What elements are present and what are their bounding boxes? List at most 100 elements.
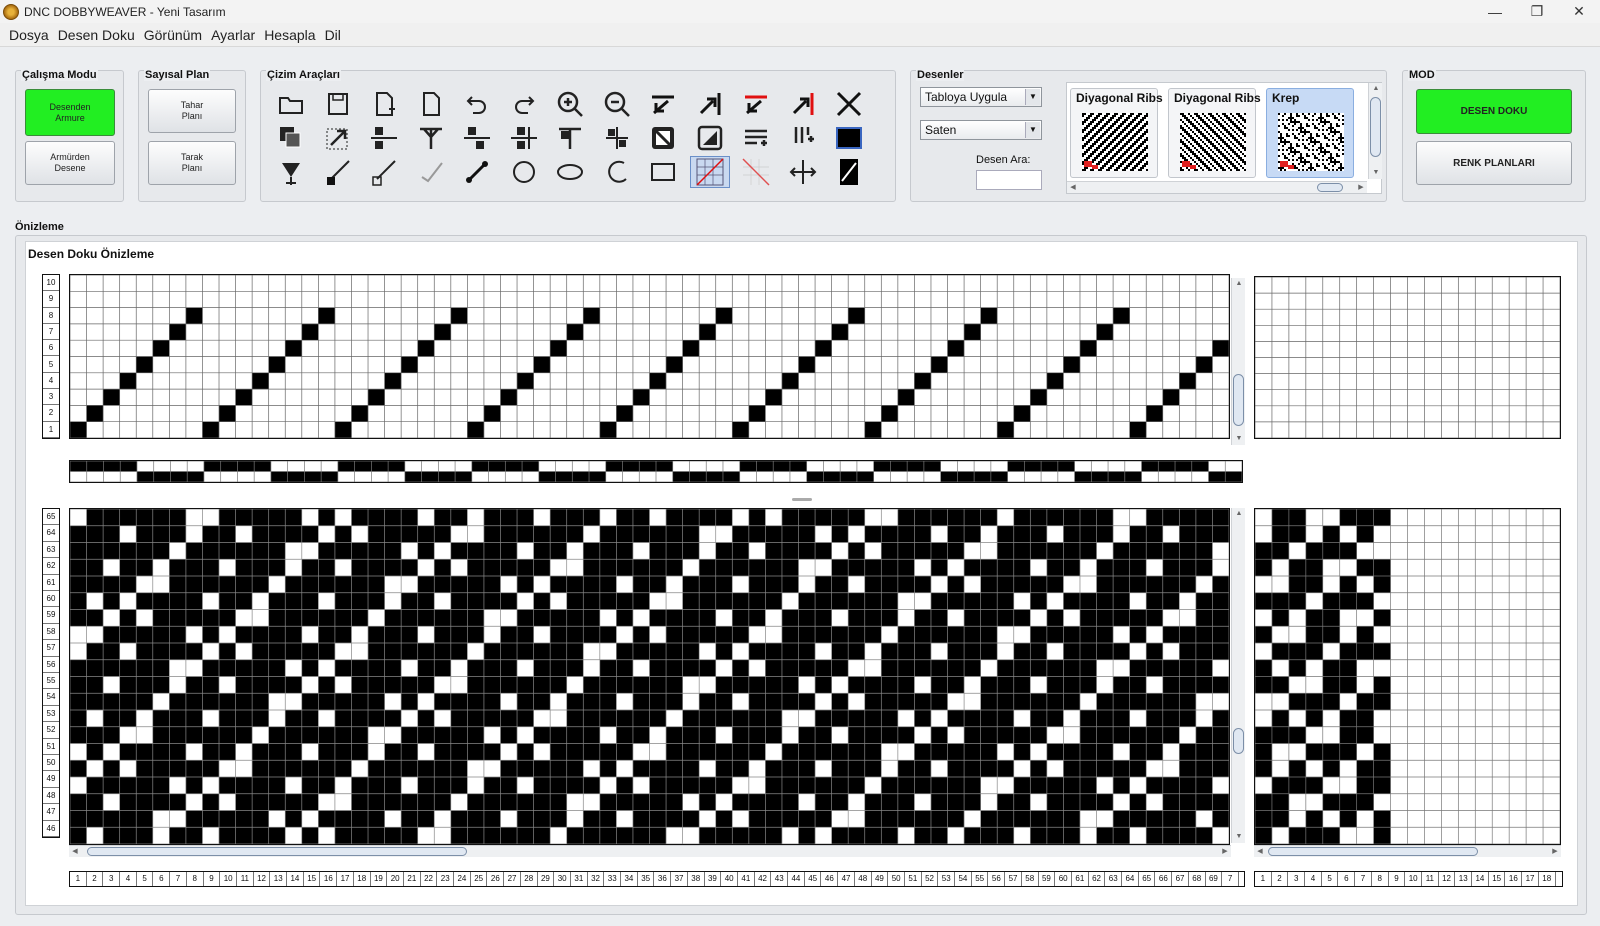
row-number: 49 bbox=[43, 771, 59, 788]
column-number: 18 bbox=[1539, 872, 1556, 886]
armure-vscroll[interactable]: ▲ ▼ bbox=[1231, 278, 1245, 445]
flip-top-tool[interactable] bbox=[550, 122, 590, 154]
desen-ara-label: Desen Ara: bbox=[976, 154, 1031, 166]
draw-arc-tool[interactable] bbox=[597, 156, 637, 188]
zoom-out-tool[interactable] bbox=[597, 88, 637, 120]
title-bar: DNC DOBBYWEAVER - Yeni Tasarım — ❐ ✕ bbox=[0, 0, 1600, 23]
scroll-up-icon[interactable]: ▲ bbox=[1369, 83, 1383, 95]
flip-down-tool[interactable] bbox=[411, 122, 451, 154]
zoom-in-tool[interactable] bbox=[550, 88, 590, 120]
scroll-thumb[interactable] bbox=[1370, 97, 1381, 157]
save-tool[interactable] bbox=[318, 88, 358, 120]
scroll-up-icon[interactable]: ▲ bbox=[1232, 508, 1246, 520]
column-number: 15 bbox=[304, 872, 321, 886]
splitter-handle[interactable] bbox=[792, 498, 812, 501]
apply-mode-select[interactable]: Tabloya Uygula ▼ bbox=[920, 87, 1042, 107]
tahar-strip-grid[interactable] bbox=[69, 460, 1243, 483]
pattern-thumb-krep[interactable]: Krep bbox=[1266, 88, 1354, 178]
tahar-plani-button[interactable]: Tahar Planı bbox=[148, 89, 236, 133]
scroll-left-icon[interactable]: ◀ bbox=[1254, 846, 1266, 857]
scroll-thumb[interactable] bbox=[1233, 374, 1244, 426]
draw-line-filled-tool[interactable] bbox=[318, 156, 358, 188]
menu-ayarlar[interactable]: Ayarlar bbox=[211, 27, 255, 43]
armurden-desene-button[interactable]: Armürden Desene bbox=[25, 141, 115, 185]
flip-right-tool[interactable] bbox=[457, 122, 497, 154]
column-number: 32 bbox=[588, 872, 605, 886]
menu-dil[interactable]: Dil bbox=[325, 27, 341, 43]
pattern-list-vscroll[interactable]: ▲ ▼ bbox=[1368, 83, 1382, 179]
flip-mid-tool[interactable] bbox=[504, 122, 544, 154]
menu-dosya[interactable]: Dosya bbox=[9, 27, 49, 43]
flip-center-tool[interactable] bbox=[597, 122, 637, 154]
draw-rect-icon bbox=[651, 163, 675, 181]
desenden-armure-button[interactable]: Desenden Armure bbox=[25, 89, 115, 136]
fill-bucket-tool[interactable] bbox=[271, 156, 311, 188]
folder-open-icon bbox=[279, 97, 303, 114]
minimize-button[interactable]: — bbox=[1474, 0, 1516, 23]
grid-erase-tool[interactable] bbox=[736, 156, 776, 188]
scroll-up-icon[interactable]: ▲ bbox=[1232, 278, 1246, 290]
select-move-tool[interactable] bbox=[318, 122, 358, 154]
scroll-left-icon[interactable]: ◀ bbox=[1067, 182, 1079, 193]
draw-line-empty-tool[interactable] bbox=[364, 156, 404, 188]
maximize-button[interactable]: ❐ bbox=[1516, 0, 1558, 23]
tarak-plani-button[interactable]: Tarak Planı bbox=[148, 141, 236, 185]
draw-link-tool[interactable] bbox=[457, 156, 497, 188]
shift-red-right-tool[interactable] bbox=[783, 88, 823, 120]
shift-red-left-tool[interactable] bbox=[736, 88, 776, 120]
fabric-vscroll[interactable]: ▲ ▼ bbox=[1231, 508, 1245, 843]
scroll-thumb[interactable] bbox=[1317, 183, 1343, 192]
flip-left-tool[interactable] bbox=[364, 122, 404, 154]
insert-col-tool[interactable] bbox=[783, 122, 823, 154]
invert-fill-tool[interactable] bbox=[643, 122, 683, 154]
scroll-right-icon[interactable]: ▶ bbox=[1355, 182, 1367, 193]
scroll-thumb[interactable] bbox=[87, 847, 467, 856]
fabric-preview-grid[interactable] bbox=[69, 508, 1230, 845]
scroll-down-icon[interactable]: ▼ bbox=[1232, 433, 1246, 445]
pattern-thumb-diyagonal-ribs-1[interactable]: Diyagonal Ribs bbox=[1070, 88, 1163, 178]
stripe-pattern-tool[interactable] bbox=[829, 156, 869, 188]
scroll-thumb[interactable] bbox=[1268, 847, 1478, 856]
draw-curve-tool[interactable] bbox=[411, 156, 451, 188]
fill-black-tool[interactable] bbox=[829, 122, 869, 154]
menu-hesapla[interactable]: Hesapla bbox=[264, 27, 315, 43]
redo-tool[interactable] bbox=[504, 88, 544, 120]
color-plan-hscroll[interactable]: ◀ ▶ bbox=[1254, 845, 1561, 857]
undo-tool[interactable] bbox=[457, 88, 497, 120]
clear-x-tool[interactable] bbox=[829, 88, 869, 120]
pattern-thumb-diyagonal-ribs-2[interactable]: Diyagonal Ribs bbox=[1168, 88, 1261, 178]
scroll-down-icon[interactable]: ▼ bbox=[1232, 831, 1246, 843]
draw-circle-tool[interactable] bbox=[504, 156, 544, 188]
weave-type-select[interactable]: Saten ▼ bbox=[920, 120, 1042, 140]
scroll-right-icon[interactable]: ▶ bbox=[1219, 846, 1231, 857]
draw-ellipse-tool[interactable] bbox=[550, 156, 590, 188]
armure-grid[interactable] bbox=[69, 274, 1230, 439]
draw-rect-tool[interactable] bbox=[643, 156, 683, 188]
folder-open-tool[interactable] bbox=[271, 88, 311, 120]
stretch-horizontal-tool[interactable] bbox=[783, 156, 823, 188]
draw-curve-icon bbox=[420, 162, 443, 183]
menu-gorunum[interactable]: Görünüm bbox=[144, 27, 202, 43]
column-number: 12 bbox=[254, 872, 271, 886]
pattern-list-hscroll[interactable]: ◀ ▶ bbox=[1067, 181, 1367, 193]
scroll-thumb[interactable] bbox=[1233, 728, 1244, 754]
shift-right-up-tool[interactable] bbox=[690, 88, 730, 120]
menu-desen-doku[interactable]: Desen Doku bbox=[58, 27, 135, 43]
shift-up-left-tool[interactable] bbox=[643, 88, 683, 120]
insert-row-tool[interactable] bbox=[736, 122, 776, 154]
copy-tool[interactable] bbox=[271, 122, 311, 154]
close-button[interactable]: ✕ bbox=[1558, 0, 1600, 23]
invert-half-tool[interactable] bbox=[690, 122, 730, 154]
desen-ara-input[interactable] bbox=[976, 170, 1042, 190]
desen-doku-button[interactable]: DESEN DOKU bbox=[1416, 89, 1572, 134]
color-plan-top-grid[interactable] bbox=[1254, 276, 1561, 439]
color-plan-bottom-grid[interactable] bbox=[1254, 508, 1561, 845]
grid-diagonal-tool[interactable] bbox=[689, 156, 730, 188]
document-tool[interactable] bbox=[411, 88, 451, 120]
scroll-down-icon[interactable]: ▼ bbox=[1369, 167, 1383, 179]
fabric-hscroll[interactable]: ◀ ▶ bbox=[69, 845, 1231, 857]
scroll-left-icon[interactable]: ◀ bbox=[69, 846, 81, 857]
new-document-tool[interactable] bbox=[364, 88, 404, 120]
renk-planlari-button[interactable]: RENK PLANLARI bbox=[1416, 141, 1572, 185]
scroll-right-icon[interactable]: ▶ bbox=[1549, 846, 1561, 857]
